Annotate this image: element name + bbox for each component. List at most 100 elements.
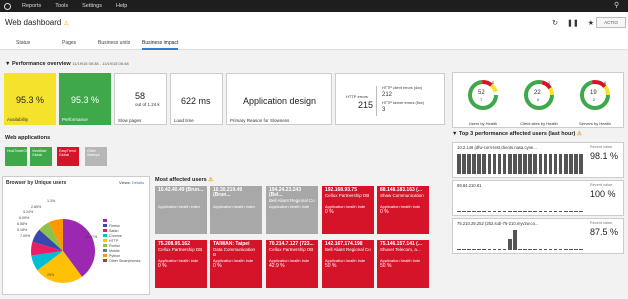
bar: [563, 211, 568, 212]
tab-business-units[interactable]: Business units: [98, 40, 130, 46]
search-icon[interactable]: ⚲: [614, 2, 622, 10]
browser-pie-chart: [31, 219, 107, 283]
slow-pages-tile[interactable]: 58 out of 1.24 k Slow pages: [114, 73, 167, 125]
gauge-client-sites-sub: 0: [537, 97, 540, 102]
gauge-users[interactable]: 52 7 0 Users by Health: [463, 77, 503, 127]
tab-business-impact[interactable]: Business impact: [142, 40, 179, 50]
star-icon[interactable]: ★: [588, 19, 594, 27]
bar: [467, 154, 471, 174]
user-health-value: 50 %: [380, 263, 392, 269]
top3-user-ip: 69.84.210.61: [457, 183, 482, 188]
web-app-tile[interactable]: EasyTrend Global: [57, 147, 79, 166]
slow-pages-sub: out of 1.24 k: [135, 102, 160, 107]
bar: [548, 211, 553, 212]
bar: [563, 249, 568, 250]
bar: [472, 211, 476, 212]
refresh-icon[interactable]: ↻: [552, 19, 558, 27]
top3-user-panel[interactable]: 69.84.210.61 Recent value 100 %: [452, 180, 624, 216]
bar: [462, 249, 466, 250]
actions-button[interactable]: ACTIO: [596, 17, 626, 28]
menu-settings[interactable]: Settings: [82, 3, 102, 9]
load-time-label: Load time: [174, 118, 194, 123]
bar: [477, 249, 481, 250]
affected-user-tile[interactable]: 75.208.95.162 Cellux Partnership DB Applic…: [155, 240, 207, 288]
gauge-users-value: 52: [478, 90, 485, 96]
user-ip: 10.30.219.49 (Brun...: [213, 187, 243, 198]
affected-user-tile[interactable]: 194.24.23.243 (Bel... Bell Aliant Regiona…: [266, 186, 318, 234]
gauge-client-sites-value: 22: [534, 90, 541, 96]
bar: [497, 211, 502, 212]
slowness-reason-tile[interactable]: Application design Primary Reason for Sl…: [226, 73, 332, 125]
affected-user-tile[interactable]: 70.214.7.127 (723... Cellux Partnership D…: [266, 240, 318, 288]
menu-help[interactable]: Help: [116, 3, 127, 9]
availability-tile[interactable]: 95.3 % Availability: [4, 73, 56, 125]
bar: [523, 211, 527, 212]
gauge-servers[interactable]: 19 2 0 Servers by Health: [575, 77, 615, 127]
slice-label: 39.67%: [85, 235, 98, 239]
user-org: Shuvet Telecom, a...: [380, 247, 421, 252]
user-health-value: 0 %: [158, 263, 167, 269]
http-client-errors-value: 212: [382, 92, 393, 98]
filter-icon: ▼: [5, 61, 11, 67]
affected-user-tile[interactable]: 88.148.183.163 (... Shaw Communication App…: [377, 186, 429, 234]
recent-value-label: Recent value: [590, 221, 613, 225]
gauge-servers-label: Servers by Health: [579, 120, 611, 126]
menu-reports[interactable]: Reports: [22, 3, 41, 9]
slow-pages-value: 58: [135, 91, 146, 101]
menu-tools[interactable]: Tools: [55, 3, 68, 9]
load-time-tile[interactable]: 622 ms Load time: [170, 73, 223, 125]
legend-item: Other Smartphones: [109, 259, 141, 263]
legend-item: Python: [109, 254, 121, 258]
affected-user-tile[interactable]: 142.167.174.198 Bell Aliant Regional Co Ap…: [322, 240, 374, 288]
user-org: Cellux Partnership DB: [269, 247, 314, 252]
http-errors-tile[interactable]: HTTP errors 215 HTTP client errors (4xx)…: [335, 73, 445, 125]
tab-pages[interactable]: Pages: [62, 40, 76, 46]
bar: [574, 249, 578, 250]
top3-user-panel[interactable]: 10.2.146 (dfw-corn-test.clients.nasa.cyn…: [452, 142, 624, 178]
bar: [472, 249, 476, 250]
slice-label: 6.09%: [19, 216, 30, 220]
gauge-client-sites[interactable]: 22 0 2 Client sites by Health: [519, 77, 559, 127]
bar: [513, 154, 517, 174]
slice-label: 7.09%: [20, 234, 31, 238]
views-selector[interactable]: Views: Details: [119, 180, 144, 185]
performance-value: 95.3 %: [71, 95, 100, 105]
bar: [528, 249, 532, 250]
logo-icon[interactable]: [0, 0, 14, 12]
slice-label: 5.18%: [17, 228, 28, 232]
web-app-tile[interactable]: Other Startups: [85, 147, 107, 166]
bar: [523, 154, 527, 174]
bar: [457, 249, 461, 250]
web-app-tile[interactable]: ViewMart Global: [30, 147, 52, 166]
affected-user-tile[interactable]: 192.168.93.75 Cellux Partnership DB Applic…: [322, 186, 374, 234]
affected-user-tile[interactable]: 75.146.157.141 (... Shuvet Telecom, a... A…: [377, 240, 429, 288]
bar: [533, 154, 537, 174]
bar: [482, 154, 487, 174]
warning-icon: ⚠: [576, 131, 582, 137]
gauge-users-tick: 0: [492, 80, 495, 85]
pause-icon[interactable]: ❚❚: [567, 19, 579, 27]
top-bar: Reports Tools Settings Help ⚲: [0, 0, 628, 12]
gauge-servers-value: 19: [590, 90, 597, 96]
bar: [497, 249, 502, 250]
affected-user-tile[interactable]: TAIWAN: Taipei Data Communication B Applic…: [210, 240, 262, 288]
gauge-client-sites-tick: 2: [548, 80, 551, 85]
tab-status[interactable]: Status: [16, 40, 30, 46]
bar: [472, 154, 476, 174]
bar: [569, 154, 573, 174]
affected-user-tile[interactable]: 10.30.219.49 (Brun... Application health …: [210, 186, 262, 234]
bar: [569, 211, 573, 212]
views-value[interactable]: Details: [132, 180, 144, 185]
bar: [538, 249, 543, 250]
web-app-tile[interactable]: HostTradeGlobal: [5, 147, 33, 166]
affected-user-tile[interactable]: 10.42.40.49 (Brun... Application health i…: [155, 186, 207, 234]
performance-tile[interactable]: 95.3 % Performance: [59, 73, 111, 125]
bar: [548, 154, 553, 174]
gauge-users-sub: 7: [480, 97, 483, 102]
divider: [376, 86, 377, 116]
bar: [528, 154, 532, 174]
bar: [467, 249, 471, 250]
top3-user-panel[interactable]: 75.210.29.252 (252.sub-75-210.myvzw.co..…: [452, 218, 624, 254]
recent-value-label: Recent value: [590, 145, 613, 149]
warning-icon: ⚠: [63, 21, 69, 27]
